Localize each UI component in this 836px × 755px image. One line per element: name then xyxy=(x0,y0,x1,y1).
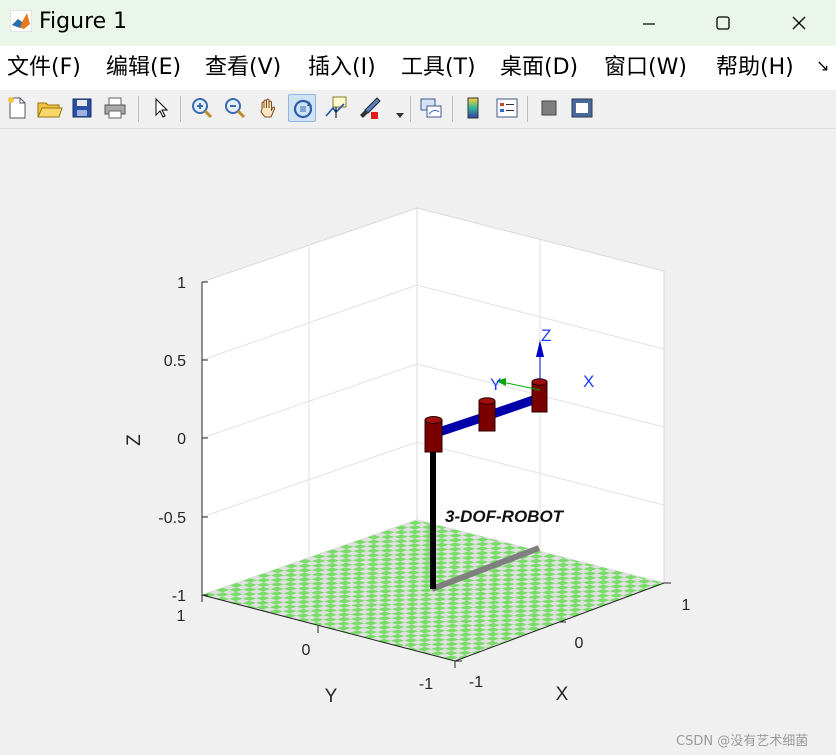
open-folder-icon[interactable] xyxy=(35,94,63,122)
y-axis-label: Y xyxy=(325,686,338,707)
menu-help[interactable]: 帮助(H) xyxy=(716,53,794,83)
zoom-out-icon[interactable] xyxy=(221,94,249,122)
z-tick-label: 0.5 xyxy=(164,353,186,370)
title-bar: Figure 1 xyxy=(0,0,836,46)
zoom-in-icon[interactable] xyxy=(188,94,216,122)
z-tick-label: -1 xyxy=(172,588,186,605)
toolbar-separator xyxy=(527,96,528,122)
toolbar-separator xyxy=(410,96,411,122)
frame-label-z: Z xyxy=(541,326,551,345)
new-figure-icon[interactable] xyxy=(3,94,31,122)
axes-3d[interactable]: Z Y X 3-DOF-ROBOT 1 0.5 0 -0.5 -1 1 0 -1 xyxy=(0,128,836,728)
menu-file[interactable]: 文件(F) xyxy=(7,53,81,83)
figure-canvas[interactable]: Z Y X 3-DOF-ROBOT 1 0.5 0 -0.5 -1 1 0 -1 xyxy=(0,128,836,755)
joint-2 xyxy=(478,397,496,432)
data-cursor-icon[interactable] xyxy=(322,94,350,122)
menu-view[interactable]: 查看(V) xyxy=(205,53,281,83)
toolbar-separator xyxy=(452,96,453,122)
watermark: CSDN @没有艺术细菌 xyxy=(676,734,809,749)
select-arrow-icon[interactable] xyxy=(146,94,174,122)
y-tick-label: -1 xyxy=(419,676,433,693)
minimize-icon xyxy=(643,23,655,25)
show-plot-tools-icon[interactable] xyxy=(568,94,596,122)
x-tick-label: 0 xyxy=(575,635,584,652)
x-tick-label: 1 xyxy=(682,597,691,614)
maximize-button[interactable] xyxy=(688,0,758,46)
menu-tools[interactable]: 工具(T) xyxy=(401,53,476,83)
print-icon[interactable] xyxy=(101,94,129,122)
joint-3 xyxy=(531,378,548,413)
y-tick-label: 0 xyxy=(302,642,311,659)
z-tick-label: 0 xyxy=(177,431,186,448)
toolbar-separator xyxy=(180,96,181,122)
frame-label-y: Y xyxy=(490,375,501,394)
close-icon xyxy=(792,16,806,30)
brush-dropdown-icon[interactable] xyxy=(396,104,404,118)
save-icon[interactable] xyxy=(68,94,96,122)
z-axis-label: Z xyxy=(124,434,145,446)
z-tick-label: 1 xyxy=(177,275,186,292)
menu-desktop[interactable]: 桌面(D) xyxy=(500,53,578,83)
menu-window[interactable]: 窗口(W) xyxy=(604,53,687,83)
menu-overflow-icon[interactable]: ↘ xyxy=(816,56,829,75)
colorbar-icon[interactable] xyxy=(459,94,487,122)
toolbar-separator xyxy=(138,96,139,122)
toolbar xyxy=(0,90,836,129)
z-tick-label: -0.5 xyxy=(158,510,186,527)
menu-edit[interactable]: 编辑(E) xyxy=(106,53,181,83)
x-tick-label: -1 xyxy=(469,674,483,691)
x-axis-label: X xyxy=(556,684,569,705)
window-title: Figure 1 xyxy=(39,9,128,34)
legend-icon[interactable] xyxy=(493,94,521,122)
robot-label: 3-DOF-ROBOT xyxy=(445,507,565,526)
frame-label-x: X xyxy=(583,372,594,391)
minimize-button[interactable] xyxy=(614,0,684,46)
y-tick-label: 1 xyxy=(177,608,186,625)
joint-1 xyxy=(424,416,443,453)
link-plot-icon[interactable] xyxy=(417,94,445,122)
maximize-icon xyxy=(716,16,730,30)
rotate-3d-icon[interactable] xyxy=(288,94,316,122)
pan-hand-icon[interactable] xyxy=(254,94,282,122)
close-button[interactable] xyxy=(764,0,834,46)
menu-insert[interactable]: 插入(I) xyxy=(308,53,376,83)
hide-plot-tools-icon[interactable] xyxy=(535,94,563,122)
matlab-logo-icon xyxy=(10,10,32,32)
brush-icon[interactable] xyxy=(356,94,384,122)
menu-bar: 文件(F) 编辑(E) 查看(V) 插入(I) 工具(T) 桌面(D) 窗口(W… xyxy=(0,46,836,90)
